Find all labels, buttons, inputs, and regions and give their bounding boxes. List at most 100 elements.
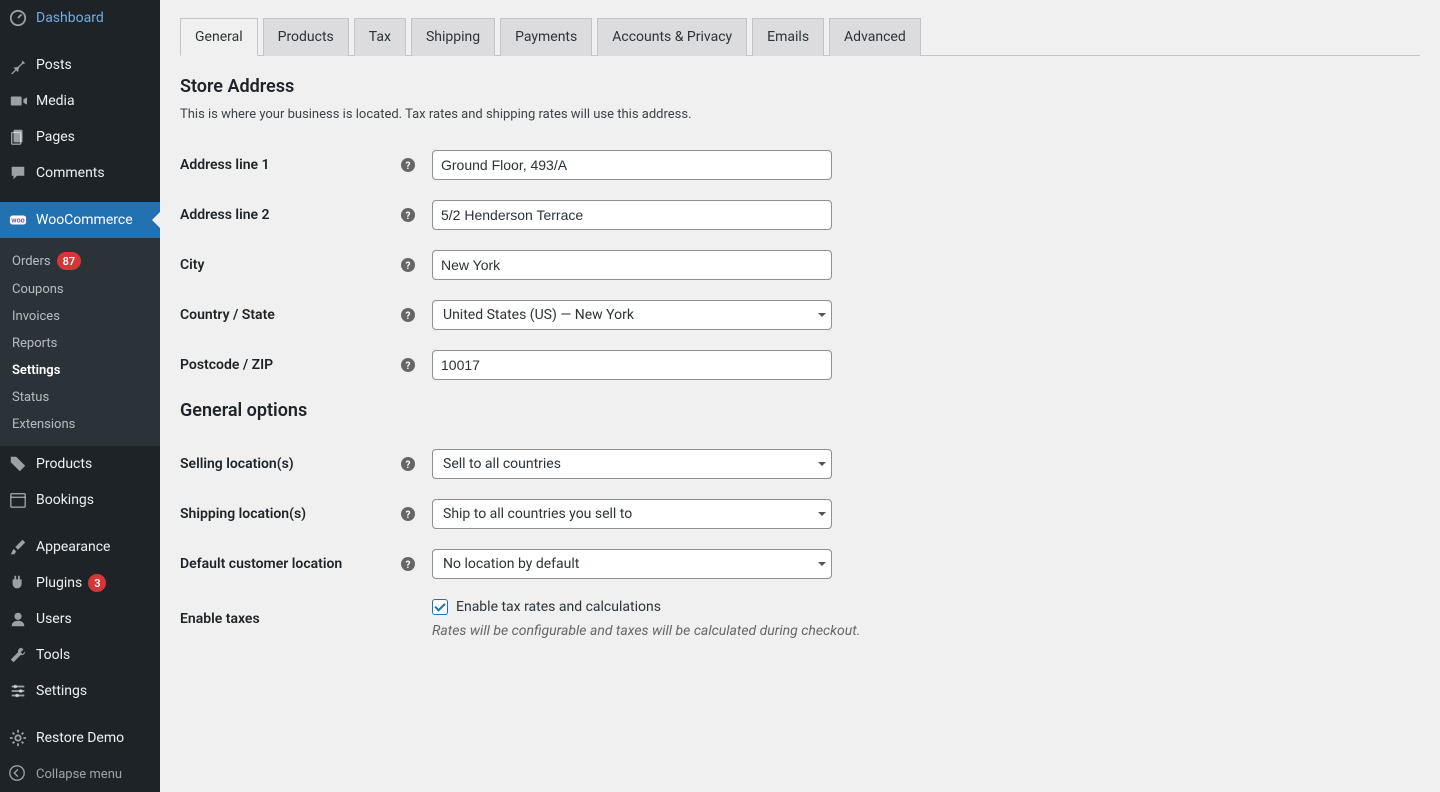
submenu-reports[interactable]: Reports xyxy=(0,330,160,357)
sidebar-item-plugins[interactable]: Plugins 3 xyxy=(0,565,160,601)
help-icon[interactable]: ? xyxy=(400,207,416,223)
row-country-state: Country / State ? United States (US) — N… xyxy=(180,300,1420,330)
collapse-menu[interactable]: Collapse menu xyxy=(0,756,160,792)
sidebar-label: Users xyxy=(36,611,72,627)
selling-locations-value: Sell to all countries xyxy=(432,449,832,479)
main-content: General Products Tax Shipping Payments A… xyxy=(160,0,1440,792)
settings-tabs: General Products Tax Shipping Payments A… xyxy=(180,18,1420,56)
country-state-select[interactable]: United States (US) — New York xyxy=(432,300,832,330)
chevron-down-icon xyxy=(818,562,826,566)
svg-text:?: ? xyxy=(406,261,411,272)
products-icon xyxy=(8,454,28,474)
help-icon[interactable]: ? xyxy=(400,257,416,273)
sidebar-label: Appearance xyxy=(36,539,110,555)
general-options-heading: General options xyxy=(180,400,1420,421)
address2-input[interactable] xyxy=(432,200,832,230)
label-city: City xyxy=(180,257,400,273)
help-icon[interactable]: ? xyxy=(400,456,416,472)
submenu-label: Orders xyxy=(12,254,51,269)
submenu-orders[interactable]: Orders 87 xyxy=(0,246,160,276)
submenu-label: Invoices xyxy=(12,309,60,324)
svg-text:?: ? xyxy=(406,311,411,322)
submenu-coupons[interactable]: Coupons xyxy=(0,276,160,303)
submenu-label: Reports xyxy=(12,336,57,351)
tab-products[interactable]: Products xyxy=(263,18,349,56)
sidebar-item-posts[interactable]: Posts xyxy=(0,47,160,83)
pages-icon xyxy=(8,127,28,147)
media-icon xyxy=(8,91,28,111)
sidebar-item-comments[interactable]: Comments xyxy=(0,155,160,191)
help-icon[interactable]: ? xyxy=(400,157,416,173)
row-selling-locations: Selling location(s) ? Sell to all countr… xyxy=(180,449,1420,479)
city-input[interactable] xyxy=(432,250,832,280)
shipping-locations-select[interactable]: Ship to all countries you sell to xyxy=(432,499,832,529)
store-address-description: This is where your business is located. … xyxy=(180,107,1420,122)
sidebar-label: Dashboard xyxy=(36,10,104,26)
sidebar-item-settings[interactable]: Settings xyxy=(0,673,160,709)
row-postcode: Postcode / ZIP ? xyxy=(180,350,1420,380)
default-customer-location-select[interactable]: No location by default xyxy=(432,549,832,579)
chevron-down-icon xyxy=(818,462,826,466)
country-state-value: United States (US) — New York xyxy=(432,300,832,330)
dashboard-icon xyxy=(8,8,28,28)
enable-taxes-helper: Rates will be configurable and taxes wil… xyxy=(432,623,860,639)
svg-text:?: ? xyxy=(406,510,411,521)
help-icon[interactable]: ? xyxy=(400,307,416,323)
svg-text:?: ? xyxy=(406,361,411,372)
wrench-icon xyxy=(8,645,28,665)
submenu-label: Settings xyxy=(12,363,60,378)
row-city: City ? xyxy=(180,250,1420,280)
sidebar-item-users[interactable]: Users xyxy=(0,601,160,637)
sidebar-label: Tools xyxy=(36,647,70,663)
help-icon[interactable]: ? xyxy=(400,506,416,522)
sidebar-item-pages[interactable]: Pages xyxy=(0,119,160,155)
address1-input[interactable] xyxy=(432,150,832,180)
postcode-input[interactable] xyxy=(432,350,832,380)
tab-shipping[interactable]: Shipping xyxy=(411,18,495,56)
brush-icon xyxy=(8,537,28,557)
woocommerce-submenu: Orders 87 Coupons Invoices Reports Setti… xyxy=(0,238,160,446)
collapse-label: Collapse menu xyxy=(36,767,122,782)
tab-tax[interactable]: Tax xyxy=(354,18,406,56)
selling-locations-select[interactable]: Sell to all countries xyxy=(432,449,832,479)
tab-advanced[interactable]: Advanced xyxy=(829,18,921,56)
chevron-down-icon xyxy=(818,313,826,317)
sidebar-item-tools[interactable]: Tools xyxy=(0,637,160,673)
tab-payments[interactable]: Payments xyxy=(500,18,592,56)
pin-icon xyxy=(8,55,28,75)
user-icon xyxy=(8,609,28,629)
label-shipping-locations: Shipping location(s) xyxy=(180,506,400,522)
svg-text:?: ? xyxy=(406,560,411,571)
sidebar-item-media[interactable]: Media xyxy=(0,83,160,119)
enable-taxes-checkbox-label: Enable tax rates and calculations xyxy=(456,599,661,615)
sidebar-item-products[interactable]: Products xyxy=(0,446,160,482)
enable-taxes-checkbox[interactable] xyxy=(432,599,448,615)
row-address2: Address line 2 ? xyxy=(180,200,1420,230)
row-enable-taxes: Enable taxes Enable tax rates and calcul… xyxy=(180,599,1420,639)
help-icon[interactable]: ? xyxy=(400,556,416,572)
row-address1: Address line 1 ? xyxy=(180,150,1420,180)
calendar-icon xyxy=(8,490,28,510)
sidebar-item-bookings[interactable]: Bookings xyxy=(0,482,160,518)
submenu-extensions[interactable]: Extensions xyxy=(0,411,160,438)
label-address1: Address line 1 xyxy=(180,157,400,173)
submenu-invoices[interactable]: Invoices xyxy=(0,303,160,330)
submenu-status[interactable]: Status xyxy=(0,384,160,411)
sidebar-item-appearance[interactable]: Appearance xyxy=(0,529,160,565)
comments-icon xyxy=(8,163,28,183)
svg-text:?: ? xyxy=(406,161,411,172)
help-icon[interactable]: ? xyxy=(400,357,416,373)
orders-count-badge: 87 xyxy=(57,252,82,270)
label-country-state: Country / State xyxy=(180,307,400,323)
submenu-settings[interactable]: Settings xyxy=(0,357,160,384)
tab-accounts-privacy[interactable]: Accounts & Privacy xyxy=(597,18,747,56)
svg-text:?: ? xyxy=(406,460,411,471)
settings-slider-icon xyxy=(8,681,28,701)
tab-emails[interactable]: Emails xyxy=(752,18,824,56)
row-shipping-locations: Shipping location(s) ? Ship to all count… xyxy=(180,499,1420,529)
sidebar-item-dashboard[interactable]: Dashboard xyxy=(0,0,160,36)
sidebar-item-restore-demo[interactable]: Restore Demo xyxy=(0,720,160,756)
tab-general[interactable]: General xyxy=(180,18,258,56)
submenu-label: Coupons xyxy=(12,282,64,297)
sidebar-item-woocommerce[interactable]: woo WooCommerce xyxy=(0,202,160,238)
